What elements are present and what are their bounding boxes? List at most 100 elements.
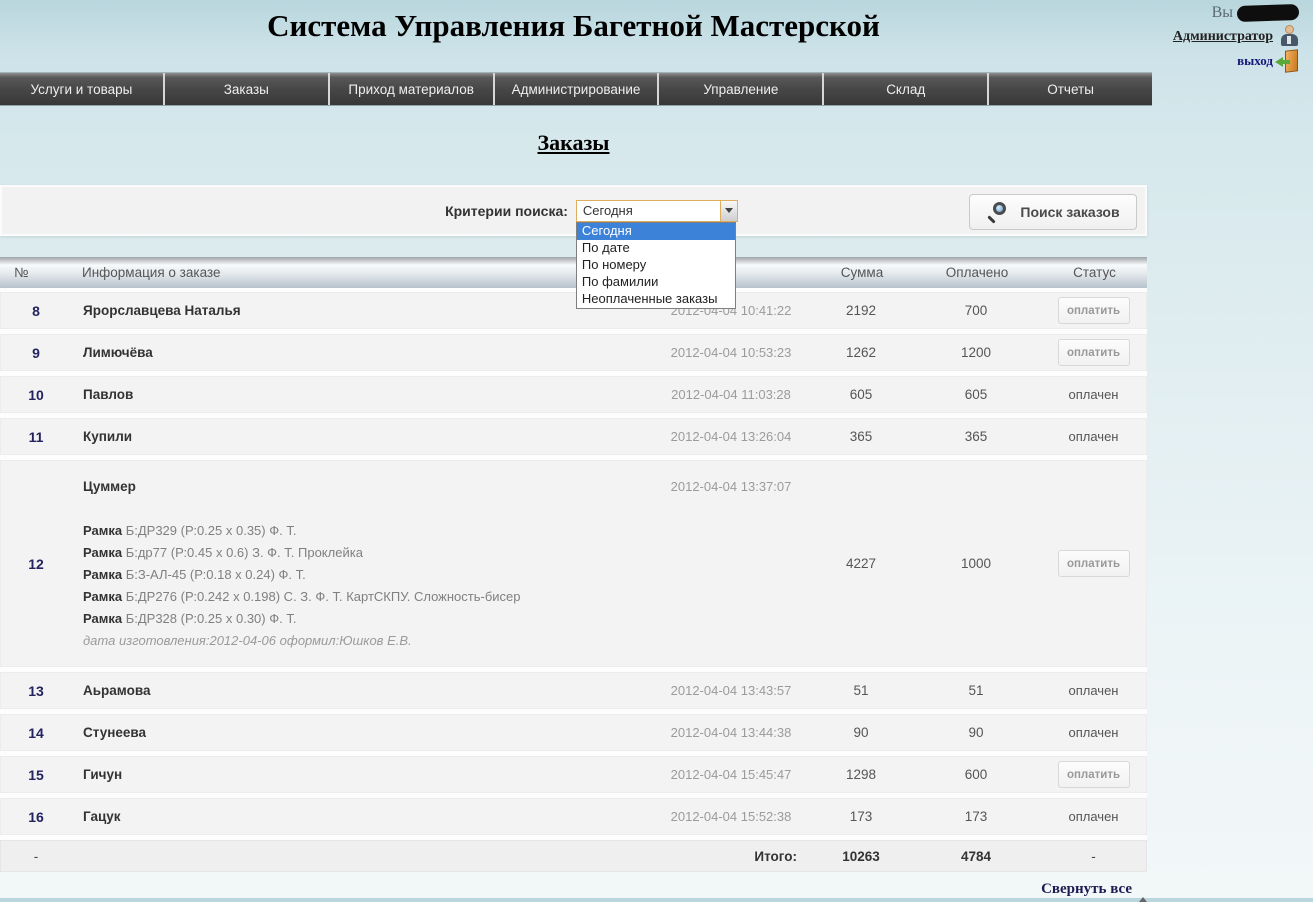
col-header-paid: Оплачено [912, 265, 1042, 280]
nav-item-6[interactable]: Склад [824, 73, 989, 105]
order-info: Гичун [71, 767, 651, 782]
table-row[interactable]: 11Купили2012-04-04 13:26:04365365оплачен [0, 418, 1147, 455]
detail-item-text: Б:ДР276 (Р:0.242 x 0.198) С. З. Ф. Т. Ка… [122, 589, 520, 604]
user-icon [1279, 25, 1299, 47]
order-paid: 90 [911, 725, 1041, 740]
order-date: 2012-04-04 13:44:38 [651, 725, 811, 740]
nav-item-4[interactable]: Администрирование [495, 73, 660, 105]
logout-link[interactable]: выход [1237, 53, 1273, 68]
order-detail-line: Рамка Б:ДР329 (Р:0.25 x 0.35) Ф. Т. [83, 520, 651, 542]
order-date: 2012-04-04 13:26:04 [651, 429, 811, 444]
order-name: Купили [83, 429, 651, 444]
order-detail-line: Рамка Б:З-АЛ-45 (Р:0.18 x 0.24) Ф. Т. [83, 564, 651, 586]
pay-button[interactable]: оплатить [1058, 761, 1130, 788]
status-label: оплачен [1069, 725, 1119, 740]
pay-button[interactable]: оплатить [1058, 550, 1130, 577]
administrator-link[interactable]: Администратор [1173, 29, 1273, 44]
order-date: 2012-04-04 13:37:07 [651, 461, 811, 494]
dropdown-option[interactable]: По фамилии [577, 274, 735, 291]
table-row[interactable]: 8Ярорславцева Наталья2012-04-04 10:41:22… [0, 292, 1147, 329]
order-sum: 605 [811, 387, 911, 402]
order-status-cell: оплатить [1041, 297, 1146, 324]
search-orders-button[interactable]: Поиск заказов [969, 194, 1137, 230]
footer-num: - [1, 849, 71, 864]
order-paid: 700 [911, 303, 1041, 318]
app-header: Система Управления Багетной Мастерской В… [0, 0, 1313, 72]
search-criteria-dropdown: СегодняПо датеПо номеруПо фамилииНеоплач… [576, 222, 736, 309]
page-heading: Заказы [0, 130, 1147, 156]
collapse-all-link[interactable]: Свернуть все [1041, 881, 1147, 897]
order-info: Ярорславцева Наталья [71, 303, 651, 318]
order-paid: 1200 [911, 345, 1041, 360]
order-info: Павлов [71, 387, 651, 402]
order-paid: 365 [911, 429, 1041, 444]
status-label: оплачен [1069, 429, 1119, 444]
order-status-cell: оплачен [1041, 682, 1146, 700]
order-status-cell: оплачен [1041, 724, 1146, 742]
dropdown-option[interactable]: Неоплаченные заказы [577, 291, 735, 308]
dropdown-option[interactable]: По номеру [577, 257, 735, 274]
order-number: 12 [1, 556, 71, 572]
order-name: Цуммер [83, 479, 651, 494]
order-date: 2012-04-04 10:53:23 [651, 345, 811, 360]
table-row[interactable]: 13Аьрамова2012-04-04 13:43:575151оплачен [0, 672, 1147, 709]
collapse-all-line: Свернуть все [0, 880, 1147, 898]
order-number: 10 [1, 387, 71, 403]
table-row[interactable]: 15Гичун2012-04-04 15:45:471298600оплатит… [0, 756, 1147, 793]
detail-item-text: Б:ДР328 (Р:0.25 x 0.30) Ф. Т. [122, 611, 296, 626]
orders-table: № Информация о заказе Сумма Оплачено Ста… [0, 257, 1147, 872]
nav-item-1[interactable]: Услуги и товары [0, 73, 165, 105]
order-info: Гацук [71, 809, 651, 824]
dropdown-option[interactable]: По дате [577, 240, 735, 257]
order-date: 2012-04-04 13:43:57 [651, 683, 811, 698]
table-row[interactable]: 9Лимючёва2012-04-04 10:53:2312621200опла… [0, 334, 1147, 371]
main-nav: Услуги и товарыЗаказыПриход материаловАд… [0, 72, 1152, 106]
pay-button[interactable]: оплатить [1058, 339, 1130, 366]
logout-door-icon[interactable] [1275, 49, 1299, 74]
search-criteria-select[interactable]: Сегодня СегодняПо датеПо номеруПо фамили… [576, 200, 738, 222]
nav-item-5[interactable]: Управление [659, 73, 824, 105]
col-header-info: Информация о заказе [70, 265, 652, 280]
order-name: Гацук [83, 809, 651, 824]
table-row[interactable]: 14Стунеева2012-04-04 13:44:389090оплачен [0, 714, 1147, 751]
order-sum: 1262 [811, 345, 911, 360]
order-number: 16 [1, 809, 71, 825]
status-label: оплачен [1069, 809, 1119, 824]
pay-button[interactable]: оплатить [1058, 297, 1130, 324]
col-header-status: Статус [1042, 265, 1147, 280]
detail-item-type: Рамка [83, 611, 122, 626]
order-name: Стунеева [83, 725, 651, 740]
dropdown-arrow-icon[interactable] [720, 201, 737, 221]
order-paid: 51 [911, 683, 1041, 698]
order-number: 14 [1, 725, 71, 741]
search-button-label: Поиск заказов [1020, 204, 1119, 220]
order-sum: 4227 [811, 556, 911, 571]
nav-item-3[interactable]: Приход материалов [330, 73, 495, 105]
app-title: Система Управления Багетной Мастерской [0, 0, 1147, 44]
nav-item-2[interactable]: Заказы [165, 73, 330, 105]
order-name: Аьрамова [83, 683, 651, 698]
order-number: 13 [1, 683, 71, 699]
table-row[interactable]: 16Гацук2012-04-04 15:52:38173173оплачен [0, 798, 1147, 835]
page-title: Заказы [538, 130, 610, 155]
status-label: оплачен [1069, 683, 1119, 698]
collapse-all-label: Свернуть все [1041, 881, 1132, 897]
nav-item-7[interactable]: Отчеты [989, 73, 1152, 105]
search-panel: Критерии поиска: Сегодня СегодняПо датеП… [0, 185, 1147, 236]
totals-label: Итого: [651, 849, 811, 864]
order-info: Аьрамова [71, 683, 651, 698]
order-paid: 605 [911, 387, 1041, 402]
select-value: Сегодня [583, 203, 633, 218]
table-row[interactable]: 10Павлов2012-04-04 11:03:28605605оплачен [0, 376, 1147, 413]
order-status-cell: оплачен [1041, 428, 1146, 446]
order-status-cell: оплатить [1041, 339, 1146, 366]
order-info: Стунеева [71, 725, 651, 740]
order-sum: 2192 [811, 303, 911, 318]
order-sum: 1298 [811, 767, 911, 782]
order-number: 8 [1, 303, 71, 319]
user-box: Вы Администратор выход [1173, 4, 1299, 74]
dropdown-option[interactable]: Сегодня [577, 223, 735, 240]
redacted-username [1237, 4, 1300, 22]
order-number: 9 [1, 345, 71, 361]
table-row[interactable]: 12 Цуммер Рамка Б:ДР329 (Р:0.25 x 0.35) Ф.… [0, 460, 1147, 667]
